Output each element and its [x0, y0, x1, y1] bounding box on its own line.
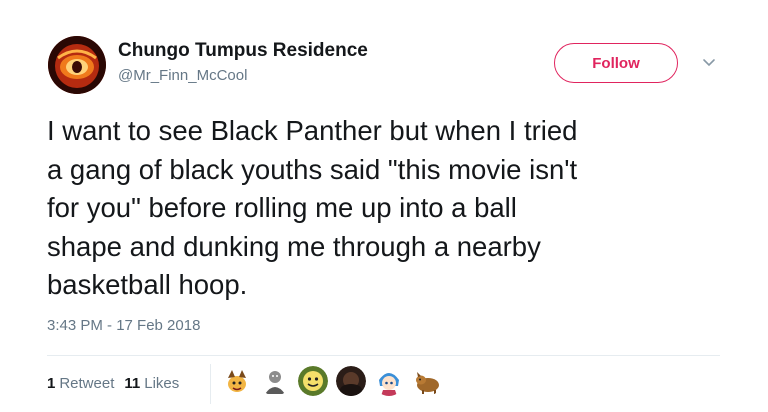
author-handle[interactable]: @Mr_Finn_McCool — [118, 67, 247, 84]
author-avatar[interactable] — [48, 36, 106, 94]
liker-avatar[interactable] — [222, 366, 252, 396]
chevron-down-icon — [703, 59, 715, 67]
tweet-text-line: for you" before rolling me up into a bal… — [47, 192, 517, 223]
stats-separator — [210, 364, 211, 404]
more-options-button[interactable] — [700, 54, 718, 72]
green-smiley-avatar-icon — [298, 366, 328, 396]
likes-label: Likes — [144, 375, 180, 392]
retweets-stat[interactable]: 1 Retweet — [47, 375, 114, 392]
likes-count: 11 — [124, 375, 141, 392]
tweet-text: I want to see Black Panther but when I t… — [47, 112, 747, 305]
author-display-name[interactable]: Chungo Tumpus Residence — [118, 40, 368, 62]
retweets-count: 1 — [47, 375, 56, 392]
tweet-timestamp[interactable]: 3:43 PM - 17 Feb 2018 — [47, 317, 200, 334]
dark-photo-avatar-icon — [336, 366, 366, 396]
tweet-stats: 1 Retweet 11 Likes — [47, 375, 179, 392]
liker-avatar[interactable] — [298, 366, 328, 396]
divider — [47, 355, 720, 356]
likes-stat[interactable]: 11 Likes — [124, 375, 179, 392]
tweet-text-line: I want to see Black Panther but when I t… — [47, 115, 578, 146]
liker-avatar[interactable] — [336, 366, 366, 396]
tweet-text-line: basketball hoop. — [47, 269, 248, 300]
brown-dog-avatar-icon — [412, 366, 442, 396]
fiery-eye-avatar-icon — [48, 36, 106, 94]
grey-figure-avatar-icon — [260, 366, 290, 396]
cartoon-character-avatar-icon — [222, 366, 252, 396]
tweet-text-line: a gang of black youths said "this movie … — [47, 153, 578, 185]
tweet-card: Chungo Tumpus Residence @Mr_Finn_McCool … — [0, 0, 768, 412]
retweets-label: Retweet — [59, 375, 115, 392]
blue-hair-anime-avatar-icon — [374, 366, 404, 396]
liker-avatar[interactable] — [374, 366, 404, 396]
liker-avatar[interactable] — [412, 366, 442, 396]
liker-avatars — [222, 366, 442, 396]
tweet-text-line: shape and dunking me through a nearby — [47, 230, 541, 262]
follow-button[interactable]: Follow — [554, 43, 678, 83]
liker-avatar[interactable] — [260, 366, 290, 396]
